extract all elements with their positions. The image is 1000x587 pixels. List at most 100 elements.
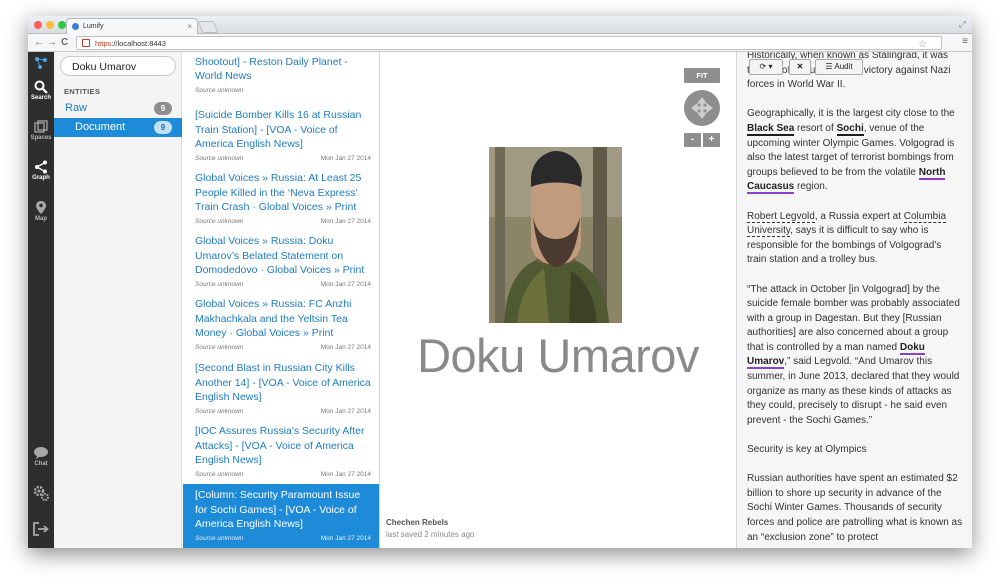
concept-document-label: Document — [75, 121, 126, 133]
term-robert-legvold[interactable]: Robert Legvold — [747, 210, 815, 223]
map-pin-icon — [36, 201, 46, 214]
url-scheme: https — [95, 39, 112, 48]
result-date: Mon Jan 27 2014 — [320, 343, 371, 351]
reload-button[interactable]: C — [61, 36, 68, 50]
list-item[interactable]: Global Voices » Russia: FC Anzhi Makhach… — [183, 297, 379, 355]
paragraph: Geographically, it is the largest city c… — [747, 107, 963, 195]
broken-lock-icon — [82, 39, 90, 47]
saved-status: last saved 2 minutes ago — [386, 530, 475, 539]
search-input[interactable]: Doku Umarov — [60, 56, 176, 76]
menubar-graph[interactable]: Graph — [28, 160, 54, 181]
menubar-spaces[interactable]: Spaces — [28, 120, 54, 141]
result-date: Mon Jan 27 2014 — [320, 470, 371, 478]
entities-heading: ENTITIES — [64, 87, 101, 96]
menubar-search[interactable]: Search — [28, 80, 54, 101]
entity-node-image[interactable] — [489, 147, 622, 323]
chat-icon — [34, 447, 48, 459]
close-x-icon: ✕ — [796, 62, 804, 71]
menubar-map[interactable]: Map — [28, 200, 54, 222]
fit-button[interactable]: FIT — [684, 68, 720, 83]
text-run: , a Russia expert at — [814, 210, 904, 222]
result-source: Source unknown — [195, 343, 244, 351]
search-results-list: [Russian Police Kill Militant in Shootou… — [183, 52, 380, 548]
result-source: Source unknown — [195, 280, 244, 288]
gear-icon — [33, 485, 49, 501]
list-item[interactable]: [Suicide Bomber Kills 16 at Russian Trai… — [183, 108, 379, 166]
lumify-favicon-icon — [72, 23, 79, 30]
list-item[interactable]: [Russian Police Kill Militant in Shootou… — [183, 52, 379, 98]
result-date: Mon Jan 27 2014 — [320, 217, 371, 225]
zoom-window-button[interactable] — [58, 21, 66, 29]
audit-button[interactable]: ☰ Audit — [815, 59, 863, 75]
browser-menu-icon[interactable]: ≡ — [962, 36, 968, 47]
browser-toolbar: ← → C https://localhost:8443 ☆ ≡ — [28, 34, 972, 52]
result-source: Source unknown — [195, 86, 244, 94]
logout-icon — [33, 522, 49, 536]
result-title: Global Voices » Russia: FC Anzhi Makhach… — [195, 298, 352, 339]
bookmark-star-icon[interactable]: ☆ — [918, 39, 927, 50]
text-run: “The attack in October [in Volgograd] by… — [747, 283, 960, 353]
paragraph: “The attack in October [in Volgograd] by… — [747, 283, 963, 429]
menubar-map-label: Map — [35, 216, 47, 222]
document-text: Historically, when known as Stalingrad, … — [747, 52, 963, 548]
result-title: [Russian Police Kill Militant in Shootou… — [195, 52, 348, 82]
search-pane: Doku Umarov ENTITIES Raw 9 Document 9 — [54, 52, 182, 548]
pan-control[interactable] — [684, 90, 720, 126]
concept-raw[interactable]: Raw 9 — [54, 99, 182, 118]
list-item[interactable]: [IOC Assures Russia's Security After Att… — [183, 424, 379, 482]
list-item[interactable]: [Second Blast in Russian City Kills Anot… — [183, 361, 379, 419]
concept-raw-label: Raw — [65, 102, 88, 114]
tab-close-icon[interactable]: × — [187, 22, 192, 31]
entity-black-sea[interactable]: Black Sea — [747, 122, 795, 136]
menubar-chat[interactable]: Chat — [28, 446, 54, 467]
text-run: resort of — [794, 122, 837, 134]
result-date: Mon Jan 27 2014 — [320, 154, 371, 162]
result-source: Source unknown — [195, 217, 244, 225]
browser-tab[interactable]: Lumify × — [66, 18, 198, 34]
list-item-selected[interactable]: [Column: Security Paramount Issue for So… — [183, 484, 379, 548]
text-run: region. — [794, 181, 828, 193]
close-button[interactable]: ✕ — [789, 59, 811, 75]
graph-canvas[interactable]: FIT - + Doku Umarov Chechen Rebels last … — [380, 52, 736, 548]
list-icon: ☰ — [825, 62, 833, 71]
menubar-logout[interactable] — [28, 522, 54, 536]
case-name: Chechen Rebels — [386, 518, 449, 527]
entity-node-label[interactable]: Doku Umarov — [380, 328, 736, 383]
result-title: [IOC Assures Russia's Security After Att… — [195, 425, 365, 466]
detail-pane: Historically, when known as Stalingrad, … — [736, 52, 972, 548]
result-title: Global Voices » Russia: At Least 25 Peop… — [195, 172, 362, 213]
close-window-button[interactable] — [34, 21, 42, 29]
list-item[interactable]: Global Voices » Russia: At Least 25 Peop… — [183, 171, 379, 229]
graph-icon — [35, 160, 47, 174]
result-title: [Column: Security Paramount Issue for So… — [195, 489, 361, 530]
result-title: [Second Blast in Russian City Kills Anot… — [195, 362, 371, 403]
url-host: ://localhost:8443 — [111, 39, 166, 48]
text-run: Geographically, it is the largest city c… — [747, 108, 955, 120]
fullscreen-icon[interactable]: ⤢ — [959, 19, 966, 30]
menubar-admin[interactable] — [28, 484, 54, 502]
result-source: Source unknown — [195, 154, 244, 162]
concept-document[interactable]: Document 9 — [54, 118, 182, 137]
lumify-logo-icon — [35, 57, 47, 69]
tab-title: Lumify — [83, 23, 104, 30]
result-source: Source unknown — [195, 470, 244, 478]
list-item[interactable]: Global Voices » Russia: Doku Umarov’s Be… — [183, 234, 379, 292]
menubar-search-label: Search — [30, 95, 51, 101]
paragraph: Russian authorities have spent an estima… — [747, 473, 963, 543]
entity-sochi[interactable]: Sochi — [836, 122, 864, 136]
address-bar[interactable]: https://localhost:8443 ☆ — [76, 36, 942, 50]
paragraph: Robert Legvold, a Russia expert at Colum… — [747, 210, 963, 268]
new-tab-button[interactable] — [197, 21, 219, 33]
minimize-window-button[interactable] — [46, 21, 54, 29]
result-source: Source unknown — [195, 534, 244, 542]
back-button[interactable]: ← — [34, 36, 44, 50]
zoom-in-button[interactable]: + — [703, 133, 720, 147]
zoom-out-button[interactable]: - — [684, 133, 701, 147]
menubar-spaces-label: Spaces — [30, 135, 52, 141]
result-date: Mon Jan 27 2014 — [320, 407, 371, 415]
concept-raw-count: 9 — [154, 102, 172, 115]
open-menu-button[interactable]: ⟳ ▾ — [749, 59, 783, 75]
title-bar: Lumify × ⤢ — [28, 16, 972, 34]
search-icon — [34, 80, 48, 94]
forward-button[interactable]: → — [47, 36, 57, 50]
